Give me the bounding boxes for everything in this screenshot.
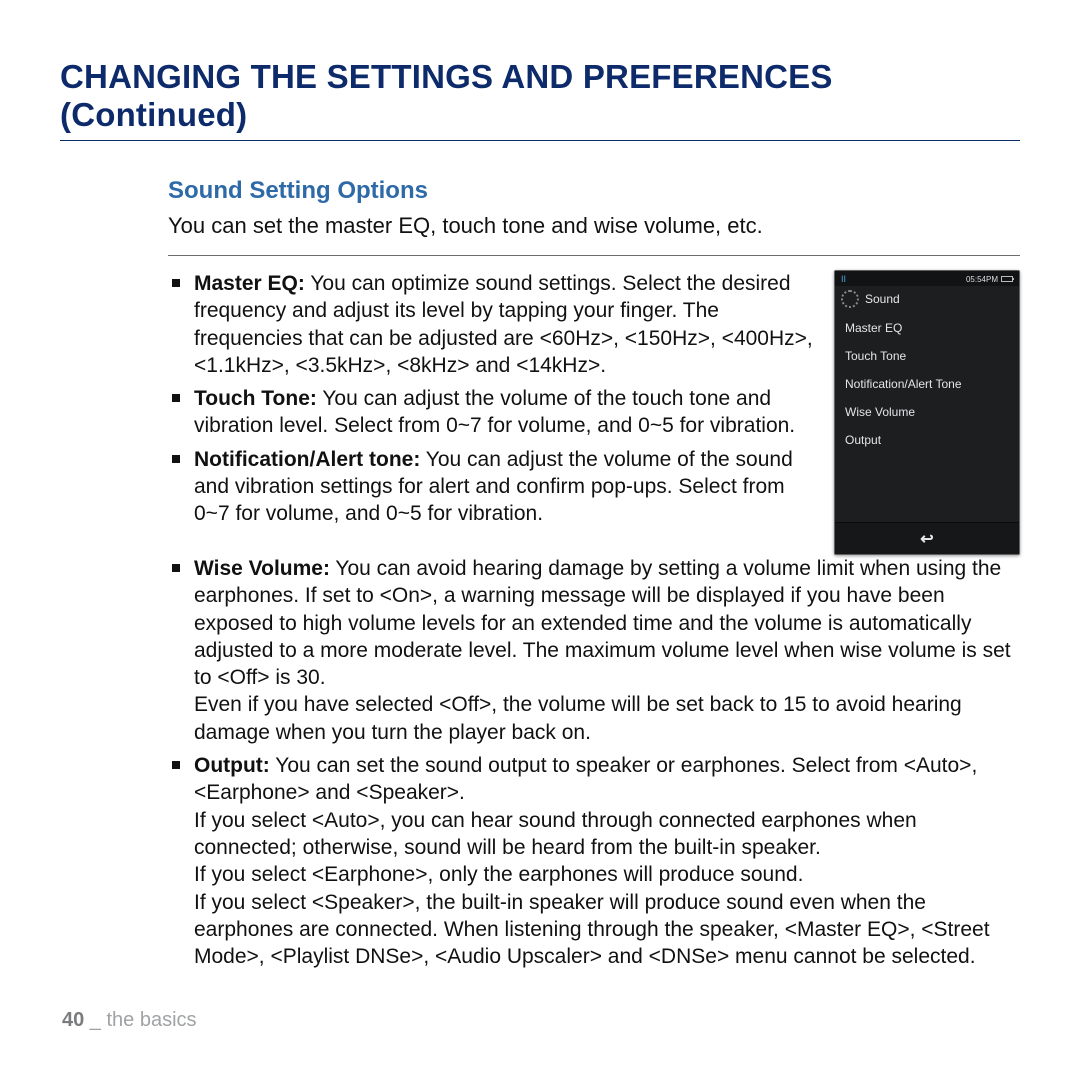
- device-screenshot: II 05:54PM Sound Master EQTouch ToneNoti…: [834, 270, 1020, 555]
- page-number: 40: [62, 1009, 84, 1031]
- bullet-list: Master EQ: You can optimize sound settin…: [168, 270, 816, 528]
- status-pause-icon: II: [841, 274, 846, 284]
- item-label: Master EQ:: [194, 272, 305, 295]
- item-label: Notification/Alert tone:: [194, 448, 420, 471]
- section: Sound Setting Options You can set the ma…: [60, 177, 1020, 970]
- list-item: Notification/Alert tone: You can adjust …: [194, 446, 816, 528]
- footer-sep: _: [84, 1009, 106, 1031]
- device-status-bar: II 05:54PM: [835, 271, 1019, 286]
- battery-icon: [1001, 276, 1013, 282]
- list-item: Master EQ: You can optimize sound settin…: [194, 270, 816, 379]
- section-heading: Sound Setting Options: [168, 177, 1020, 205]
- device-menu-item: Touch Tone: [835, 342, 1019, 370]
- status-time: 05:54PM: [966, 275, 998, 284]
- back-icon: ↩: [920, 529, 933, 549]
- device-menu-item: Notification/Alert Tone: [835, 370, 1019, 398]
- footer-label: the basics: [107, 1009, 197, 1031]
- content-area: Master EQ: You can optimize sound settin…: [168, 255, 1020, 555]
- device-spacer: [835, 454, 1019, 522]
- device-menu-item: Master EQ: [835, 314, 1019, 342]
- list-item: Output: You can set the sound output to …: [194, 752, 1020, 970]
- page-footer: 40 _ the basics: [62, 1009, 197, 1032]
- list-item: Touch Tone: You can adjust the volume of…: [194, 385, 816, 440]
- list-item: Wise Volume: You can avoid hearing damag…: [194, 555, 1020, 746]
- device-header-label: Sound: [865, 292, 900, 306]
- section-intro: You can set the master EQ, touch tone an…: [168, 213, 1020, 239]
- device-menu-item: Wise Volume: [835, 398, 1019, 426]
- device-menu: Master EQTouch ToneNotification/Alert To…: [835, 314, 1019, 454]
- page-title: CHANGING THE SETTINGS AND PREFERENCES (C…: [60, 58, 1020, 141]
- item-label: Wise Volume:: [194, 557, 330, 580]
- item-label: Touch Tone:: [194, 387, 317, 410]
- device-menu-item: Output: [835, 426, 1019, 454]
- gear-icon: [841, 290, 859, 308]
- manual-page: CHANGING THE SETTINGS AND PREFERENCES (C…: [0, 0, 1080, 1080]
- bullet-list-continued: Wise Volume: You can avoid hearing damag…: [168, 555, 1020, 970]
- device-back-bar: ↩: [835, 522, 1019, 554]
- device-header: Sound: [835, 286, 1019, 314]
- item-label: Output:: [194, 754, 270, 777]
- bullet-column: Master EQ: You can optimize sound settin…: [168, 270, 816, 534]
